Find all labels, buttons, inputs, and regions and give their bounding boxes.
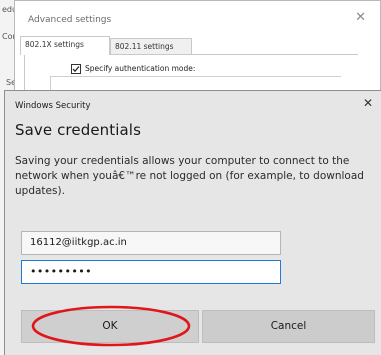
close-icon[interactable]: ✕ bbox=[363, 97, 373, 109]
tab-label: 802.1X settings bbox=[25, 40, 84, 49]
screenshot-root: edu Con Se Advanced settings ✕ 802.1X se… bbox=[0, 0, 381, 355]
tab-8021x-settings[interactable]: 802.1X settings bbox=[20, 36, 110, 55]
dialog-heading: Save credentials bbox=[15, 121, 141, 139]
specify-auth-mode-checkbox[interactable] bbox=[71, 64, 81, 74]
specify-auth-mode-label: Specify authentication mode: bbox=[85, 64, 196, 73]
dialog-message: Saving your credentials allows your comp… bbox=[15, 155, 364, 197]
windows-security-dialog: Windows Security ✕ Save credentials Savi… bbox=[4, 90, 381, 355]
advanced-settings-title: Advanced settings bbox=[28, 15, 112, 25]
password-field[interactable]: ••••••••• bbox=[21, 260, 281, 284]
dialog-caption: Windows Security bbox=[15, 101, 91, 111]
tab-80211-settings[interactable]: 802.11 settings bbox=[110, 38, 192, 54]
close-icon[interactable]: ✕ bbox=[355, 11, 366, 24]
username-field[interactable]: 16112@iitkgp.ac.in bbox=[21, 231, 281, 255]
auth-mode-dropdown-fragment bbox=[50, 76, 341, 91]
cancel-button[interactable]: Cancel bbox=[202, 310, 375, 343]
tab-label: 802.11 settings bbox=[115, 42, 174, 51]
checkmark-icon bbox=[72, 66, 80, 73]
ok-button[interactable]: OK bbox=[21, 310, 199, 343]
